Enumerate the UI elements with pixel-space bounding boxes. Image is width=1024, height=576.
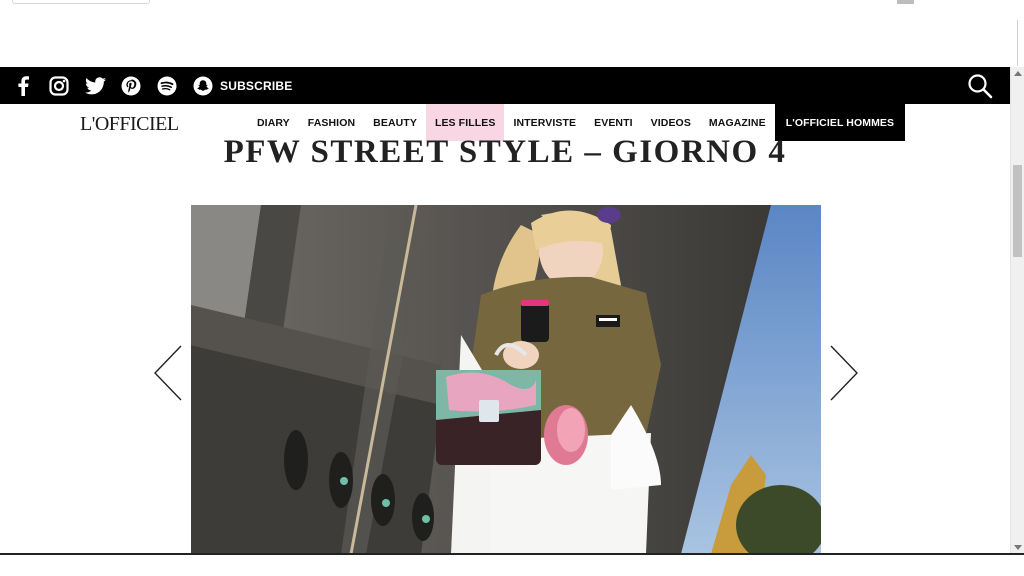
- search-icon: [968, 74, 993, 99]
- pinterest-icon[interactable]: [120, 75, 142, 97]
- search-button[interactable]: [966, 72, 994, 100]
- instagram-icon[interactable]: [48, 75, 70, 97]
- facebook-icon[interactable]: [12, 75, 34, 97]
- chevron-left-icon: [154, 345, 182, 401]
- chevron-right-icon: [830, 345, 858, 401]
- ghost-mark: [897, 0, 914, 4]
- snapchat-icon: [192, 75, 214, 97]
- article-title: PFW STREET STYLE – GIORNO 4: [223, 134, 787, 170]
- subscribe-label: SUBSCRIBE: [220, 78, 293, 93]
- ad-border: [1017, 20, 1018, 66]
- bottom-overlay-bar: [0, 553, 1024, 576]
- subscribe-link[interactable]: SUBSCRIBE: [192, 75, 292, 97]
- gallery-photo[interactable]: [191, 205, 821, 554]
- gallery-next-button[interactable]: [829, 345, 859, 401]
- site-logo[interactable]: L'OFFICIEL: [80, 113, 179, 136]
- page-scrollbar[interactable]: [1010, 67, 1024, 554]
- social-bar: SUBSCRIBE: [0, 67, 1010, 104]
- gallery-prev-button[interactable]: [153, 345, 183, 401]
- spotify-icon[interactable]: [156, 75, 178, 97]
- ghost-tab: [12, 0, 150, 4]
- scroll-thumb[interactable]: [1013, 165, 1022, 257]
- twitter-icon[interactable]: [84, 75, 106, 97]
- top-ad-strip: [0, 0, 1024, 67]
- scroll-up-arrow[interactable]: [1014, 71, 1022, 76]
- scroll-down-arrow[interactable]: [1014, 545, 1022, 550]
